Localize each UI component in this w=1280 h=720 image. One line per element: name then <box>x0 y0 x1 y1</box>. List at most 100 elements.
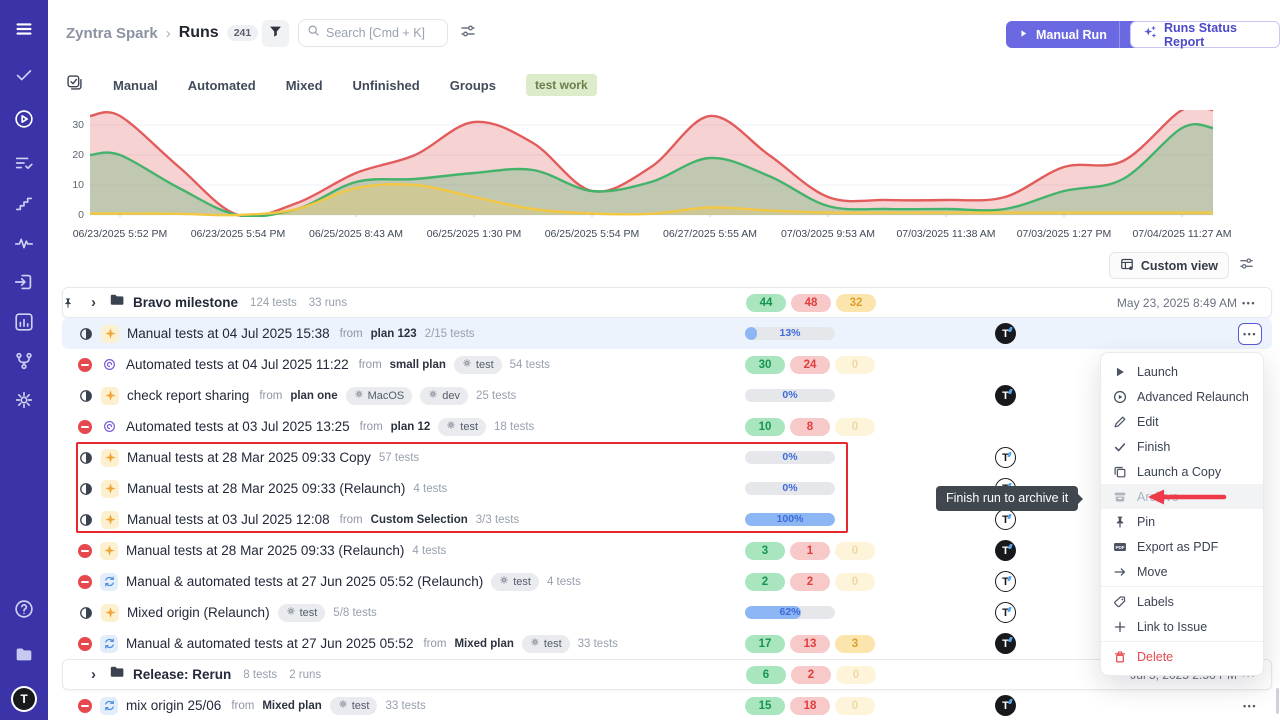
x-axis-label: 06/25/2025 1:30 PM <box>427 228 522 240</box>
from-plan[interactable]: plan 123 <box>371 328 417 340</box>
tag-icon <box>1113 595 1127 609</box>
tab-unfinished[interactable]: Unfinished <box>353 78 420 93</box>
tag-pill[interactable]: test <box>330 697 378 715</box>
from-plan[interactable]: plan one <box>290 390 337 402</box>
run-row[interactable]: Manual tests at 28 Mar 2025 09:33 Copy57… <box>62 442 1272 473</box>
skipped-badge: 0 <box>835 573 875 591</box>
run-row[interactable]: Mixed origin (Relaunch)test5/8 tests62%T… <box>62 597 1272 628</box>
more-actions-button[interactable]: ••• <box>1237 293 1261 313</box>
menu-item-advanced-relaunch[interactable]: Advanced Relaunch <box>1101 384 1263 409</box>
tag-pill[interactable]: test <box>522 635 570 653</box>
y-axis-tick: 0 <box>48 209 84 221</box>
search-box[interactable] <box>298 19 448 47</box>
progress-cell: 13% <box>745 327 835 340</box>
tag-pill[interactable]: dev <box>420 387 468 405</box>
tab-manual[interactable]: Manual <box>113 78 158 93</box>
expand-chevron-icon[interactable]: › <box>91 666 101 683</box>
menu-item-launch-a-copy[interactable]: Launch a Copy <box>1101 459 1263 484</box>
manual-run-button[interactable]: Manual Run <box>1006 26 1119 44</box>
menu-item-launch[interactable]: Launch <box>1101 359 1263 384</box>
menu-item-edit[interactable]: Edit <box>1101 409 1263 434</box>
sidebar-import-icon[interactable] <box>13 271 35 293</box>
custom-view-button[interactable]: Custom view <box>1109 252 1229 279</box>
passed-badge: 17 <box>745 635 785 653</box>
run-row[interactable]: Manual & automated tests at 27 Jun 2025 … <box>62 566 1272 597</box>
from-plan[interactable]: Custom Selection <box>371 514 468 526</box>
scrollbar[interactable] <box>1276 688 1279 714</box>
run-row[interactable]: Manual tests at 28 Mar 2025 09:33 (Relau… <box>62 535 1272 566</box>
sidebar-check-icon[interactable] <box>13 64 35 86</box>
menu-item-pin[interactable]: Pin <box>1101 509 1263 534</box>
menu-item-finish[interactable]: Finish <box>1101 434 1263 459</box>
tag-pill[interactable]: test <box>278 604 326 622</box>
runs-status-report-button[interactable]: Runs Status Report <box>1130 21 1280 48</box>
tests-count: 4 tests <box>412 545 446 557</box>
status-in-progress-icon <box>78 326 93 341</box>
group-row[interactable]: ›Bravo milestone124 tests33 runs444832Ma… <box>62 287 1272 318</box>
from-plan[interactable]: Mixed plan <box>454 638 513 650</box>
menu-item-label: Launch <box>1137 365 1178 379</box>
filter-button[interactable] <box>262 20 289 47</box>
sidebar-play-circle-icon[interactable] <box>13 108 35 130</box>
sidebar-branch-icon[interactable] <box>13 350 35 372</box>
tag-pill[interactable]: test <box>491 573 539 591</box>
run-row[interactable]: Automated tests at 03 Jul 2025 13:25from… <box>62 411 1272 442</box>
status-stopped-icon <box>78 544 92 558</box>
status-in-progress-icon <box>78 605 93 620</box>
menu-item-export-as-pdf[interactable]: PDFExport as PDF <box>1101 534 1263 559</box>
search-settings-button[interactable] <box>456 21 480 45</box>
from-plan[interactable]: plan 12 <box>391 421 431 433</box>
search-input[interactable] <box>326 26 436 40</box>
from-label: from <box>360 421 383 433</box>
group-row[interactable]: ›Release: Rerun8 tests2 runs620Jul 5, 20… <box>62 659 1272 690</box>
run-date: May 23, 2025 8:49 AM <box>1117 296 1237 310</box>
tag-pill[interactable]: test <box>438 418 486 436</box>
run-row[interactable]: Manual tests at 03 Jul 2025 12:08fromCus… <box>62 504 1272 535</box>
tab-automated[interactable]: Automated <box>188 78 256 93</box>
progress-cell: 0% <box>745 482 835 495</box>
sidebar-bar-chart-icon[interactable] <box>13 311 35 333</box>
sidebar-pulse-icon[interactable] <box>13 232 35 254</box>
menu-item-delete[interactable]: Delete <box>1101 644 1263 669</box>
run-row[interactable]: check report sharingfromplan oneMacOSdev… <box>62 380 1272 411</box>
sidebar-menu-icon[interactable] <box>13 18 35 40</box>
select-all-icon[interactable] <box>66 74 83 96</box>
list-settings-button[interactable] <box>1239 256 1254 276</box>
menu-item-move[interactable]: Move <box>1101 559 1263 584</box>
tag-pill[interactable]: test <box>454 356 502 374</box>
tag-pill[interactable]: MacOS <box>346 387 413 405</box>
tab-mixed[interactable]: Mixed <box>286 78 323 93</box>
tab-groups[interactable]: Groups <box>450 78 496 93</box>
run-row[interactable]: mix origin 25/06fromMixed plantest33 tes… <box>62 690 1272 720</box>
menu-item-link-to-issue[interactable]: Link to Issue <box>1101 614 1263 639</box>
active-filter-chip[interactable]: test work <box>526 74 597 96</box>
sidebar-steps-icon[interactable] <box>13 192 35 214</box>
skipped-badge: 0 <box>835 418 875 436</box>
status-in-progress-icon <box>78 512 93 527</box>
user-avatar[interactable]: T <box>11 686 37 712</box>
more-actions-button[interactable]: ••• <box>1238 323 1262 345</box>
more-actions-button[interactable]: ••• <box>1238 696 1262 716</box>
run-row[interactable]: Automated tests at 04 Jul 2025 11:22from… <box>62 349 1272 380</box>
result-badges: 310 <box>745 542 875 560</box>
expand-chevron-icon[interactable]: › <box>91 294 101 311</box>
x-axis-label: 07/03/2025 1:27 PM <box>1017 228 1112 240</box>
breadcrumb-project[interactable]: Zyntra Spark <box>66 25 158 42</box>
run-row[interactable]: Manual tests at 28 Mar 2025 09:33 (Relau… <box>62 473 1272 504</box>
sidebar-help-icon[interactable] <box>13 598 35 620</box>
runs-count-badge: 241 <box>227 25 259 41</box>
pin-icon <box>1113 515 1127 529</box>
tune-icon <box>460 23 476 44</box>
manual-run-icon <box>101 511 119 529</box>
sidebar-gear-icon[interactable] <box>13 389 35 411</box>
menu-item-labels[interactable]: Labels <box>1101 589 1263 614</box>
from-plan[interactable]: Mixed plan <box>262 700 321 712</box>
run-row[interactable]: Manual tests at 04 Jul 2025 15:38frompla… <box>62 318 1272 349</box>
run-row[interactable]: Manual & automated tests at 27 Jun 2025 … <box>62 628 1272 659</box>
from-plan[interactable]: small plan <box>390 359 446 371</box>
tests-count: 2/15 tests <box>425 328 475 340</box>
sidebar-folders-icon[interactable] <box>13 643 35 665</box>
mixed-run-icon <box>100 573 118 591</box>
sidebar-list-check-icon[interactable] <box>13 152 35 174</box>
run-title: Manual tests at 28 Mar 2025 09:33 Copy <box>127 450 371 465</box>
